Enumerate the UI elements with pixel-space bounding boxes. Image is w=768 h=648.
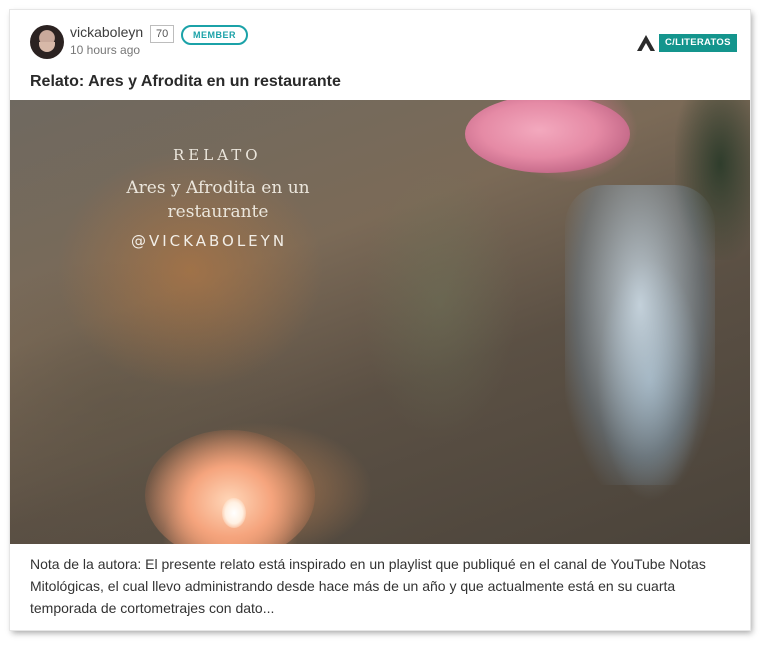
image-subtitle: Ares y Afrodita en un restaurante [126,178,310,222]
post-title[interactable]: Relato: Ares y Afrodita en un restaurant… [30,73,341,91]
community-tag[interactable]: C/LITERATOS [659,34,737,52]
community-logo-icon[interactable] [636,34,656,52]
author-username[interactable]: vickaboleyn [70,24,143,40]
image-label: RELATO [173,146,262,164]
image-text-overlay: RELATO Ares y Afrodita en un restaurante… [10,100,750,544]
post-image[interactable]: RELATO Ares y Afrodita en un restaurante… [10,100,750,544]
author-score-badge: 70 [150,25,175,43]
post-excerpt[interactable]: Nota de la autora: El presente relato es… [30,553,730,619]
member-badge: MEMBER [181,25,248,45]
avatar[interactable] [30,25,64,59]
post-timestamp: 10 hours ago [70,43,141,57]
image-handle: @VICKABOLEYN [131,232,288,250]
post-card[interactable]: vickaboleyn 70 MEMBER 10 hours ago C/LIT… [10,10,750,630]
